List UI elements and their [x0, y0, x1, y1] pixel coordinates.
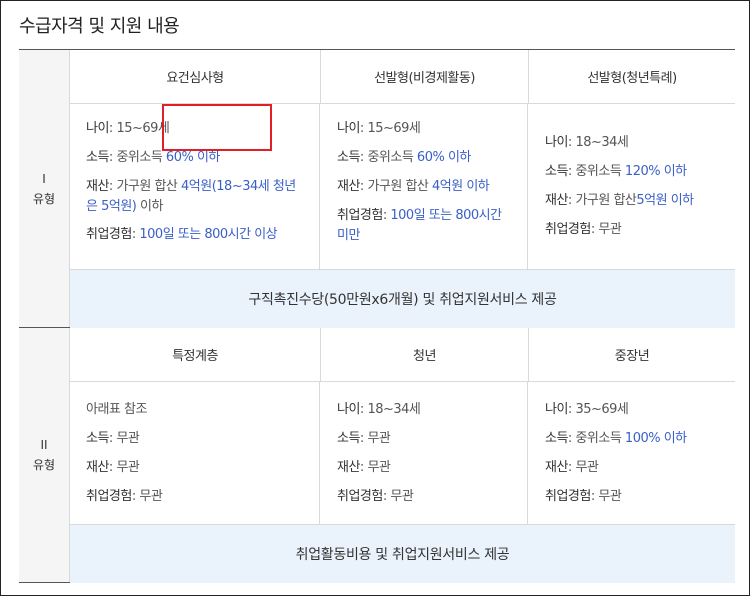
asset-line: 재산: 가구원 합산 4억원(18~34세 청년 은 5억원) 이하 [86, 179, 296, 214]
type-2-summary: 취업활동비용 및 취업지원서비스 제공 [70, 524, 735, 583]
work-experience-line: 취업경험: 무관 [545, 222, 622, 237]
income-line: 소득: 무관 [86, 431, 140, 446]
type-1-roman: I [42, 171, 46, 186]
cell-middle-aged: 나이: 35~69세 소득: 중위소득 100% 이하 재산: 무관 취업경험:… [529, 382, 735, 524]
asset-line: 재산: 가구원 합산 4억원 이하 [337, 179, 490, 194]
section-title: 수급자격 및 지원 내용 [19, 16, 180, 37]
type-1-group: I 유형 요건심사형 선발형(비경제활동) 선발형(청년특례) 나이: 15~6… [19, 50, 735, 328]
header-youth: 청년 [321, 328, 529, 382]
work-experience-line: 취업경험: 무관 [86, 489, 163, 504]
work-experience-line: 취업경험: 무관 [337, 489, 414, 504]
income-line: 소득: 무관 [337, 431, 391, 446]
type-2-text: 유형 [32, 458, 56, 472]
cell-specific-group: 아래표 참조 소득: 무관 재산: 무관 취업경험: 무관 [70, 382, 320, 524]
header-selection-youth: 선발형(청년특례) [529, 50, 735, 104]
cell-selection-youth: 나이: 18~34세 소득: 중위소득 120% 이하 재산: 가구원 합산5억… [529, 104, 735, 269]
type-1-text: 유형 [32, 191, 56, 206]
header-specific-group: 특정계층 [70, 328, 321, 382]
eligibility-table: I 유형 요건심사형 선발형(비경제활동) 선발형(청년특례) 나이: 15~6… [19, 49, 735, 583]
age-line: 나이: 18~34세 [337, 402, 421, 417]
work-experience-line: 취업경험: 100일 또는 800시간 이상 [86, 227, 278, 242]
cell-selection-inactive: 나이: 15~69세 소득: 중위소득 60% 이하 재산: 가구원 합산 4억… [321, 104, 528, 269]
work-experience-line: 취업경험: 100일 또는 800시간 미만 [337, 208, 502, 243]
type-2-roman: II [40, 438, 48, 452]
type-2-group: II 유형 특정계층 청년 중장년 아래표 참조 소득: 무관 재산: 무관 취… [19, 328, 735, 583]
income-line: 소득: 중위소득 100% 이하 [545, 431, 687, 446]
income-line: 소득: 중위소득 120% 이하 [545, 164, 687, 179]
income-line: 소득: 중위소득 60% 이하 [86, 150, 220, 165]
header-requirement-review: 요건심사형 [70, 50, 321, 104]
type-1-summary: 구직촉진수당(50만원x6개월) 및 취업지원서비스 제공 [70, 269, 735, 328]
header-selection-inactive: 선발형(비경제활동) [321, 50, 529, 104]
age-line: 나이: 35~69세 [545, 402, 629, 417]
age-line: 나이: 15~69세 [337, 121, 421, 136]
asset-line: 재산: 무관 [86, 460, 140, 475]
age-line: 나이: 18~34세 [545, 135, 629, 150]
type-1-label: I 유형 [19, 50, 70, 327]
type-2-label: II 유형 [19, 328, 70, 582]
asset-line: 재산: 가구원 합산5억원 이하 [545, 193, 694, 208]
asset-line: 재산: 무관 [545, 460, 599, 475]
cell-youth: 나이: 18~34세 소득: 무관 재산: 무관 취업경험: 무관 [321, 382, 528, 524]
asset-line: 재산: 무관 [337, 460, 391, 475]
header-middle-aged: 중장년 [529, 328, 735, 382]
reference-line: 아래표 참조 [86, 402, 147, 417]
income-line: 소득: 중위소득 60% 이하 [337, 150, 471, 165]
work-experience-line: 취업경험: 무관 [545, 489, 622, 504]
cell-requirement-review: 나이: 15~69세 소득: 중위소득 60% 이하 재산: 가구원 합산 4억… [70, 104, 320, 269]
age-line: 나이: 15~69세 [86, 121, 170, 136]
